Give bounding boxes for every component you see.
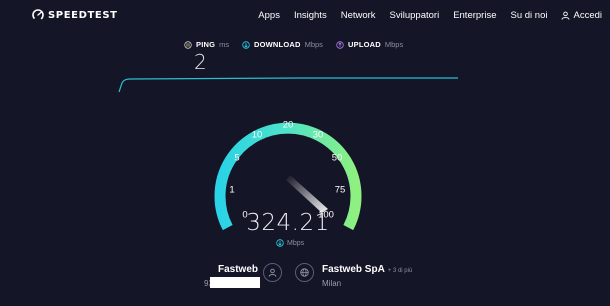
server-city: Milan: [322, 279, 342, 288]
gauge-tick-30: 30: [312, 129, 324, 141]
speed-gauge: [214, 122, 362, 231]
gauge-tick-20: 20: [282, 119, 294, 131]
download-small-icon: [276, 239, 284, 247]
isp-name: Fastweb: [217, 264, 258, 275]
speed-unit-label: Mbps: [287, 239, 305, 247]
speed-value: 324.21: [246, 210, 330, 236]
gauge-tick-75: 75: [334, 184, 346, 196]
gauge-needle: [286, 175, 328, 213]
globe-circle-button[interactable]: [295, 263, 314, 282]
globe-icon: [300, 268, 309, 277]
gauge-tick-50: 50: [331, 152, 343, 164]
user-circle-button[interactable]: [263, 263, 282, 282]
user-icon: [268, 268, 277, 277]
gauge-tick-1: 1: [229, 184, 235, 196]
gauge-tick-5: 5: [234, 152, 240, 164]
speed-unit: Mbps: [276, 239, 304, 247]
server-name[interactable]: Fastweb SpA + 3 di più: [322, 264, 412, 275]
ip-redaction: [210, 277, 260, 288]
server-name-label: Fastweb SpA: [322, 264, 385, 275]
server-more-link[interactable]: + 3 di più: [388, 268, 413, 274]
gauge-tick-10: 10: [251, 129, 263, 141]
